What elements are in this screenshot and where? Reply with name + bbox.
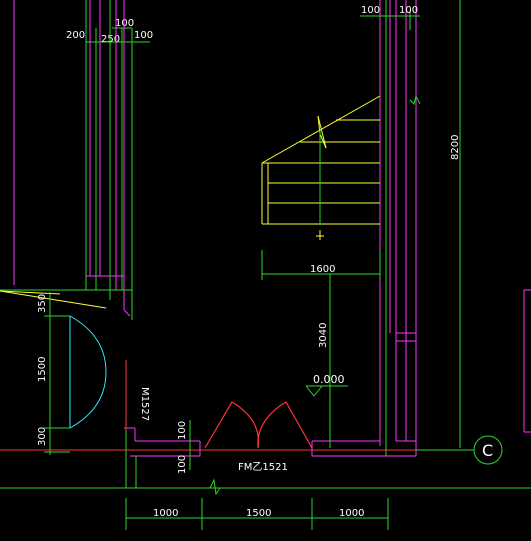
left-door-swing [69,315,107,429]
door-label-fm1521: FM乙1521 [238,461,288,473]
dim-top-left-250: 250 [101,34,120,45]
axis-label: C [482,441,493,460]
dim-left-300: 300 [37,427,48,446]
dim-right-8200: 8200 [450,135,461,160]
top-left-dimension-group [85,0,150,320]
dim-top-left-200: 200 [66,30,85,41]
dim-left-350: 350 [37,294,48,313]
left-door-walls [123,309,201,457]
elevation-value: 0.000 [313,373,345,386]
dim-bottom-1500: 1500 [246,508,271,519]
left-outer-lines [0,0,132,300]
bottom-door-swing [204,401,313,449]
elevation-marker [305,385,348,397]
dim-wall-100-upper: 100 [177,421,188,440]
left-landing [0,290,107,309]
cad-floor-plan: 200 250 100 100 350 1500 300 M1527 100 1… [0,0,531,530]
dim-top-left-100-upper: 100 [115,18,134,29]
dim-stair-3040: 3040 [318,323,329,348]
dim-left-1500: 1500 [37,357,48,382]
right-height-dimension [409,0,461,448]
dim-top-right-100-a: 100 [361,5,380,16]
dim-bottom-1000-right: 1000 [339,508,364,519]
right-edge-element [523,289,531,433]
right-walls [311,0,417,457]
dim-bottom-1000-left: 1000 [153,508,178,519]
dim-stair-1600: 1600 [310,264,335,275]
stair [261,95,381,240]
dim-top-right-100-b: 100 [399,5,418,16]
door-label-m1527: M1527 [139,387,150,421]
dim-wall-100-lower: 100 [177,455,188,474]
left-walls [13,0,125,310]
dim-top-left-100-lower: 100 [134,30,153,41]
